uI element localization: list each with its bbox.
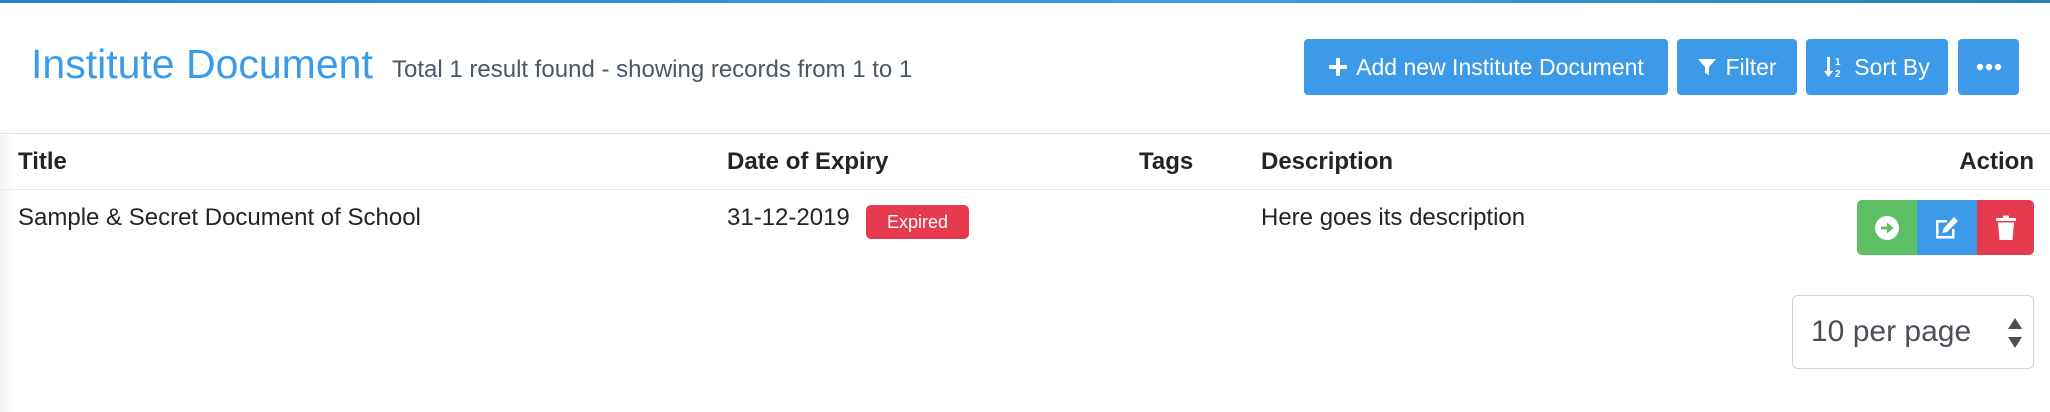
ellipsis-icon <box>1976 63 2001 71</box>
cell-description: Here goes its description <box>1261 204 1526 231</box>
filter-button[interactable]: Filter <box>1677 39 1797 95</box>
expired-status-badge: Expired <box>866 205 969 239</box>
sort-numeric-icon: 1 2 <box>1824 57 1841 79</box>
per-page-select[interactable]: 10 per page <box>1792 295 2034 369</box>
edit-document-button[interactable] <box>1917 200 1977 255</box>
delete-document-button[interactable] <box>1977 200 2034 255</box>
more-options-button[interactable] <box>1958 39 2019 95</box>
table-header: Title Date of Expiry Tags Description Ac… <box>0 135 2050 190</box>
per-page-value: 10 per page <box>1811 315 1972 348</box>
plus-icon <box>1329 58 1348 76</box>
result-count-text: Total 1 result found - showing records f… <box>392 56 913 83</box>
select-arrows-icon <box>2008 318 2022 348</box>
cell-title: Sample & Secret Document of School <box>18 204 421 231</box>
column-header-description[interactable]: Description <box>1261 148 1393 176</box>
filter-icon <box>1698 59 1717 75</box>
add-new-institute-document-button[interactable]: Add new Institute Document <box>1304 39 1668 95</box>
view-document-button[interactable] <box>1857 200 1917 255</box>
column-header-date-of-expiry[interactable]: Date of Expiry <box>727 148 888 176</box>
arrow-circle-right-icon <box>1875 215 1899 240</box>
page-title: Institute Document <box>31 41 373 87</box>
add-button-label: Add new Institute Document <box>1356 53 1644 80</box>
page-header: Institute Document Total 1 result found … <box>0 3 2050 134</box>
sort-button-label: Sort By <box>1854 53 1930 80</box>
edit-icon <box>1936 216 1958 238</box>
filter-button-label: Filter <box>1725 53 1777 80</box>
sort-by-button[interactable]: 1 2 Sort By <box>1806 39 1948 95</box>
column-header-tags[interactable]: Tags <box>1139 148 1193 176</box>
svg-text:2: 2 <box>1835 69 1841 79</box>
table-row: Sample & Secret Document of School 31-12… <box>0 190 2050 260</box>
svg-text:1: 1 <box>1835 57 1841 68</box>
column-header-action: Action <box>1959 148 2034 175</box>
trash-icon <box>1995 215 2016 240</box>
cell-date-of-expiry: 31-12-2019 <box>727 204 850 231</box>
column-header-title[interactable]: Title <box>18 148 67 176</box>
